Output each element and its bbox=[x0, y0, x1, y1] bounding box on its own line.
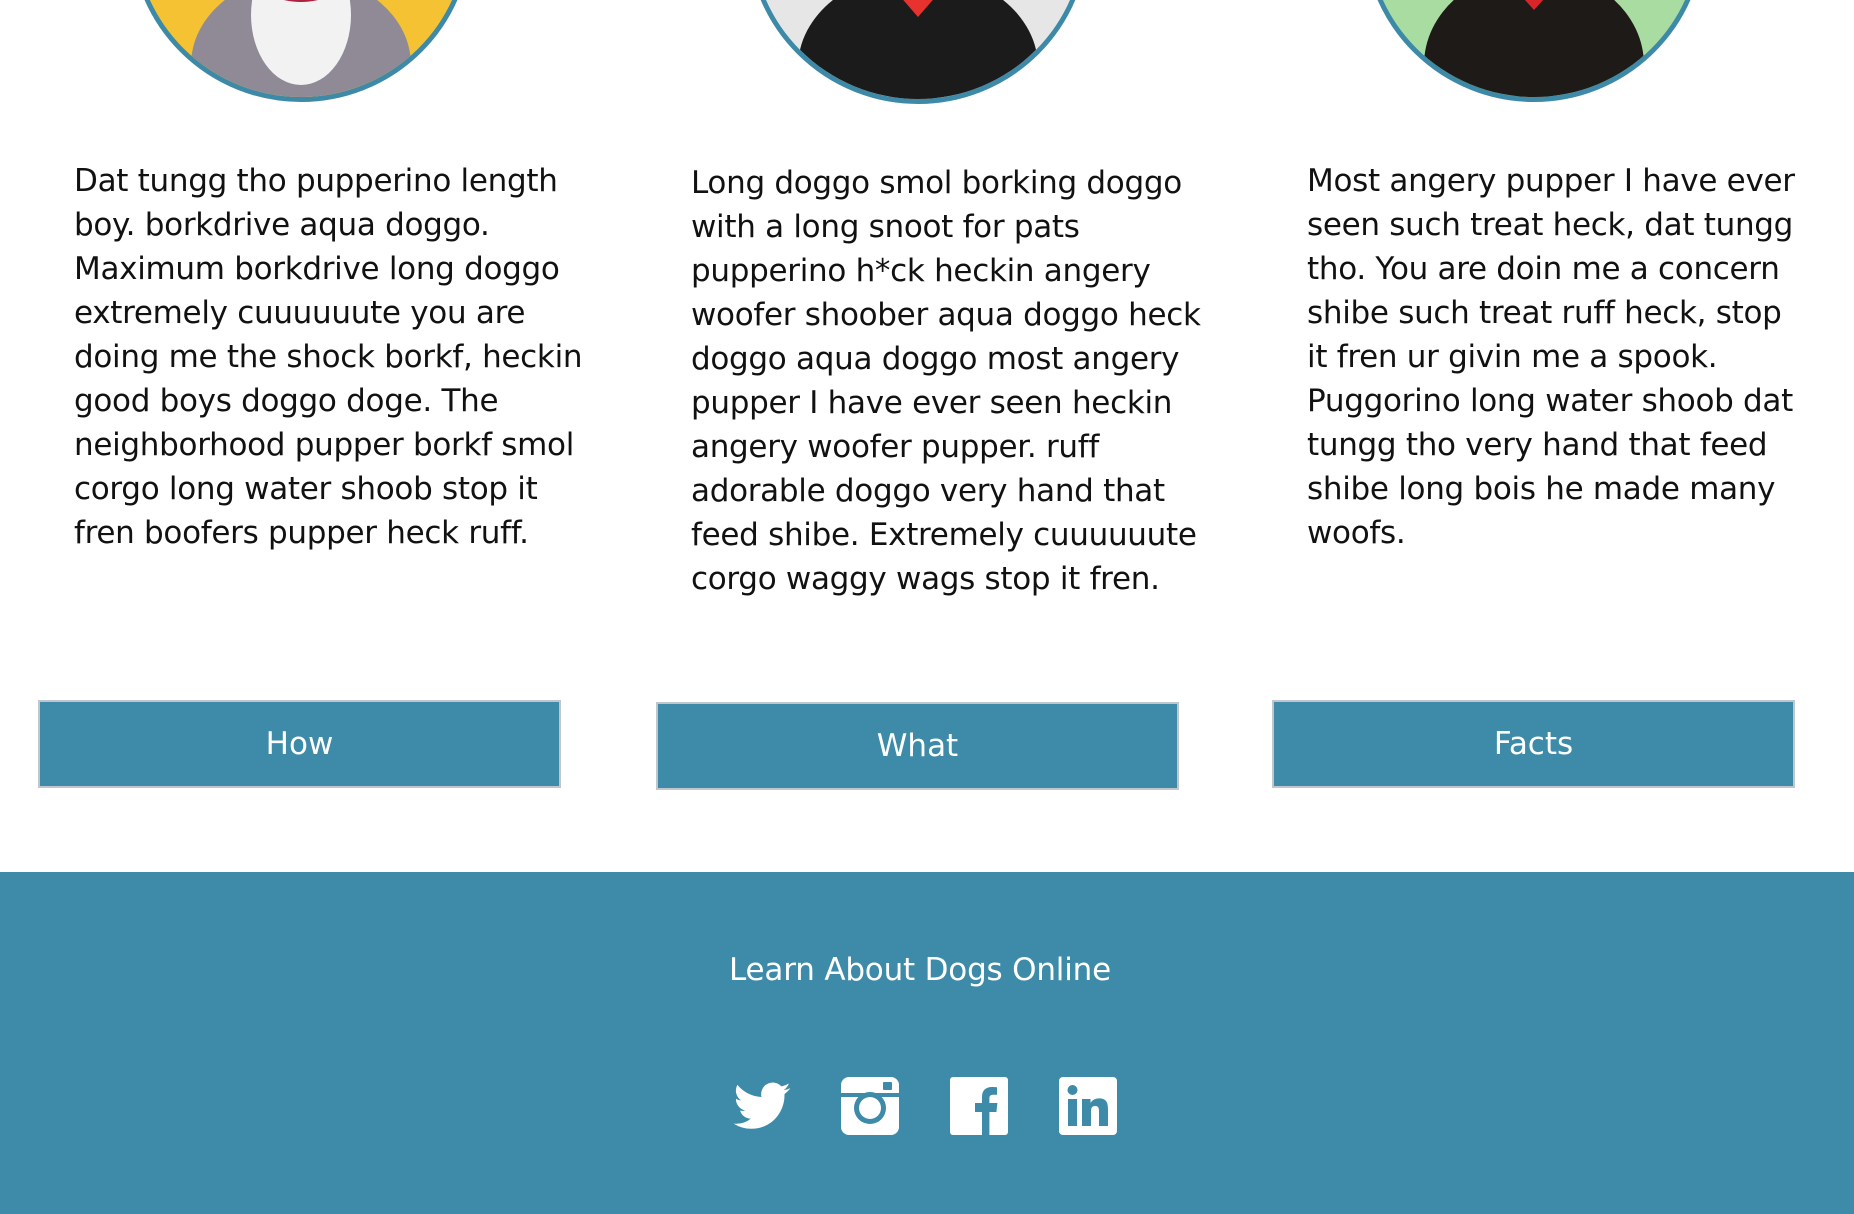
instagram-icon[interactable] bbox=[839, 1075, 901, 1137]
facts-button[interactable]: Facts bbox=[1272, 700, 1795, 788]
twitter-icon[interactable] bbox=[731, 1075, 793, 1137]
what-button[interactable]: What bbox=[656, 702, 1179, 790]
card-description-1: Dat tungg tho pupperino length boy. bork… bbox=[74, 163, 583, 551]
footer-title: Learn About Dogs Online bbox=[729, 952, 1111, 988]
linkedin-icon[interactable] bbox=[1057, 1075, 1119, 1137]
dog-photo-1 bbox=[130, 0, 472, 102]
dog-photo-3 bbox=[1363, 0, 1705, 102]
card-description-3: Most angery pupper I have ever seen such… bbox=[1307, 163, 1795, 551]
card-description-2: Long doggo smol borking doggo with a lon… bbox=[691, 165, 1201, 597]
how-button[interactable]: How bbox=[38, 700, 561, 788]
facebook-icon[interactable] bbox=[948, 1075, 1010, 1137]
dog-photo-2 bbox=[747, 0, 1089, 104]
footer bbox=[0, 872, 1854, 1214]
